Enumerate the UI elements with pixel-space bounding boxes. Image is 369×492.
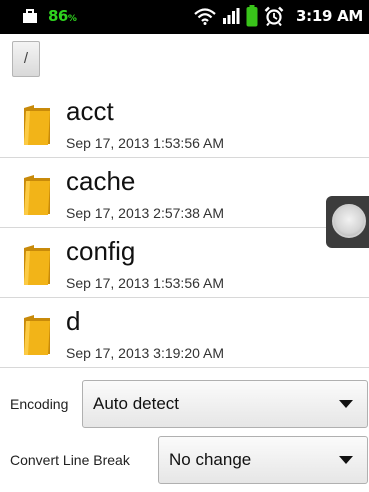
file-date: Sep 17, 2013 3:19:20 AM — [66, 345, 225, 361]
file-date: Sep 17, 2013 1:53:56 AM — [66, 135, 225, 151]
status-time: 3:19 AM — [296, 7, 363, 25]
file-date: Sep 17, 2013 2:57:38 AM — [66, 205, 225, 221]
battery-icon — [246, 5, 258, 27]
assist-circle-icon — [332, 204, 366, 238]
file-name: d — [66, 306, 81, 336]
encoding-label: Encoding — [10, 396, 69, 412]
dropdown-arrow-icon — [339, 400, 353, 408]
file-name: cache — [66, 166, 136, 196]
line-break-label: Convert Line Break — [10, 452, 130, 468]
file-item-d[interactable]: d Sep 17, 2013 3:19:20 AM — [0, 298, 369, 368]
line-break-row: Convert Line Break No change — [0, 436, 369, 486]
dropdown-arrow-icon — [339, 456, 353, 464]
encoding-select[interactable]: Auto detect — [82, 380, 368, 428]
status-left: 86% — [22, 7, 77, 25]
folder-icon — [24, 105, 50, 145]
folder-icon — [24, 245, 50, 285]
status-right: 3:19 AM — [194, 5, 363, 27]
file-list: acct Sep 17, 2013 1:53:56 AM cache Sep 1… — [0, 88, 369, 368]
file-date: Sep 17, 2013 1:53:56 AM — [66, 275, 225, 291]
file-item-acct[interactable]: acct Sep 17, 2013 1:53:56 AM — [0, 88, 369, 158]
signal-icon — [223, 8, 240, 24]
folder-icon — [24, 315, 50, 355]
line-break-select[interactable]: No change — [158, 436, 368, 484]
briefcase-icon — [23, 8, 37, 23]
encoding-value: Auto detect — [93, 394, 180, 413]
floating-assist-button[interactable] — [326, 196, 369, 248]
file-item-config[interactable]: config Sep 17, 2013 1:53:56 AM — [0, 228, 369, 298]
folder-icon — [24, 175, 50, 215]
file-name: config — [66, 236, 136, 266]
encoding-row: Encoding Auto detect — [0, 380, 369, 430]
status-bar: 86% 3:19 AM — [0, 0, 369, 34]
battery-percent-text: 86% — [48, 7, 77, 25]
file-item-cache[interactable]: cache Sep 17, 2013 2:57:38 AM — [0, 158, 369, 228]
breadcrumb-root-button[interactable]: / — [12, 41, 40, 77]
wifi-icon — [194, 8, 216, 25]
alarm-icon — [264, 6, 284, 26]
file-name: acct — [66, 96, 114, 126]
line-break-value: No change — [169, 450, 252, 469]
